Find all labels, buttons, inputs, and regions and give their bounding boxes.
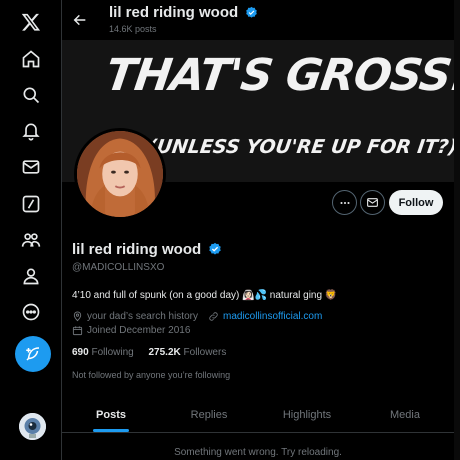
profile-stats: 690 Following 275.2K Followers: [72, 347, 238, 358]
link-icon: [209, 312, 218, 321]
tab-media[interactable]: Media: [356, 397, 454, 432]
header-title: lil red riding wood: [109, 4, 258, 21]
following-label: Following: [91, 347, 134, 358]
search-icon[interactable]: [13, 77, 49, 113]
profile-avatar[interactable]: [74, 128, 166, 220]
profile-bio: 4’10 and full of spunk (on a good day) 👰…: [72, 290, 338, 301]
followers-label: Followers: [183, 347, 227, 358]
profile-joined: Joined December 2016: [87, 325, 191, 336]
home-icon[interactable]: [13, 41, 49, 77]
more-icon[interactable]: [13, 294, 49, 330]
feather-plus-icon: [26, 347, 40, 361]
profile-page: THAT'S GROSS! (UNLESS YOU'RE UP FOR IT?)…: [62, 0, 460, 460]
arrow-left-icon: [73, 14, 86, 26]
not-followed-note: Not followed by anyone you’re following: [72, 370, 231, 380]
following-link[interactable]: 690 Following: [72, 347, 134, 358]
followers-count: 275.2K: [148, 347, 181, 358]
tab-replies[interactable]: Replies: [160, 397, 258, 432]
display-name: lil red riding wood: [72, 241, 202, 258]
header-post-count: 14.6K posts: [109, 24, 157, 34]
grok-icon[interactable]: [13, 186, 49, 222]
account-avatar[interactable]: [19, 413, 46, 440]
profile-name: lil red riding wood: [72, 241, 222, 258]
profile-icon[interactable]: [13, 258, 49, 294]
ellipsis-icon: [339, 201, 350, 204]
nav-rail: [0, 0, 62, 460]
profile-website-link[interactable]: madicollinsofficial.com: [223, 311, 322, 322]
tab-highlights[interactable]: Highlights: [258, 397, 356, 432]
messages-icon[interactable]: [13, 149, 49, 185]
message-button[interactable]: [360, 190, 385, 215]
profile-tabs: Posts Replies Highlights Media: [62, 397, 454, 433]
profile-location: your dad’s search history: [87, 311, 198, 322]
verified-badge-icon: [209, 242, 222, 255]
feed-error-message: Something went wrong. Try reloading.: [174, 447, 342, 458]
post-button[interactable]: [15, 336, 51, 372]
following-count: 690: [72, 347, 89, 358]
mail-icon: [367, 198, 378, 207]
back-button[interactable]: [67, 7, 93, 33]
verified-badge-icon: [246, 6, 258, 18]
banner-headline: THAT'S GROSS!: [102, 50, 454, 101]
banner-subline: (UNLESS YOU'RE UP FOR IT?): [146, 136, 454, 158]
profile-meta-row: your dad’s search history madicollinsoff…: [72, 311, 322, 322]
more-options-button[interactable]: [332, 190, 357, 215]
followers-link[interactable]: 275.2K Followers: [149, 347, 227, 358]
scrollbar[interactable]: [454, 0, 460, 460]
calendar-icon: [72, 326, 83, 336]
profile-joined-row: Joined December 2016: [72, 325, 190, 336]
location-pin-icon: [73, 311, 82, 322]
follow-button[interactable]: Follow: [389, 190, 443, 215]
communities-icon[interactable]: [13, 222, 49, 258]
tab-posts[interactable]: Posts: [62, 397, 160, 432]
x-logo-icon[interactable]: [13, 4, 49, 40]
profile-handle: @MADICOLLINSXO: [72, 262, 165, 273]
notifications-icon[interactable]: [13, 113, 49, 149]
header-name: lil red riding wood: [109, 4, 239, 21]
profile-header: lil red riding wood 14.6K posts: [62, 0, 460, 40]
